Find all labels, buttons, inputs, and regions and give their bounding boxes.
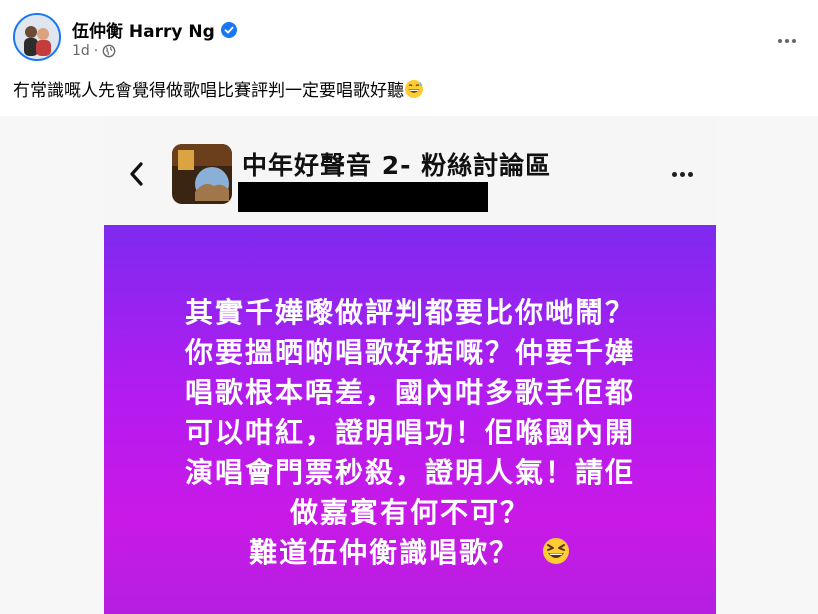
story-line: 唱歌根本唔差，國內咁多歌手佢都 bbox=[184, 376, 635, 409]
story-text: 其實千嬅嚟做評判都要比你哋鬧？ 你要搵晒啲唱歌好掂嘅？仲要千嬅 唱歌根本唔差，國… bbox=[104, 293, 716, 573]
post-caption: 冇常識嘅人先會覺得做歌唱比賽評判一定要唱歌好聽 bbox=[13, 76, 424, 101]
more-dot-icon bbox=[778, 39, 782, 43]
story-line: 你要搵晒啲唱歌好掂嘅？仲要千嬅 bbox=[184, 336, 635, 369]
verified-badge-icon bbox=[220, 21, 237, 38]
more-dot-icon bbox=[671, 171, 677, 177]
story-line-last: 難道伍仲衡識唱歌？ bbox=[104, 533, 716, 573]
back-arrow-icon bbox=[130, 162, 143, 186]
more-dot-icon bbox=[785, 39, 789, 43]
grinning-squinting-face-emoji bbox=[542, 538, 569, 564]
grinning-face-with-sweat-emoji bbox=[405, 80, 423, 98]
group-name: 中年好聲音 2- 粉絲討論區 bbox=[242, 151, 552, 180]
story-line: 演唱會門票秒殺，證明人氣！請佢 bbox=[184, 456, 635, 489]
caption-text: 冇常識嘅人先會覺得做歌唱比賽評判一定要唱歌好聽 bbox=[13, 81, 404, 101]
more-dot-icon bbox=[792, 39, 796, 43]
more-dot-icon bbox=[679, 171, 685, 177]
post-image[interactable]: 中年好聲音 2- 粉絲討論區 其實千嬅嚟做評判都要比你哋鬧？ 你要搵晒啲唱歌好掂… bbox=[0, 116, 818, 614]
author-avatar[interactable] bbox=[13, 13, 61, 61]
more-dot-icon bbox=[687, 171, 693, 177]
post-time[interactable]: 1d bbox=[72, 43, 90, 59]
story-line: 其實千嬅嚟做評判都要比你哋鬧？ bbox=[184, 296, 635, 329]
story-line: 難道伍仲衡識唱歌？ bbox=[249, 536, 520, 569]
post-header: 伍仲衡 Harry Ng 1d · bbox=[13, 13, 805, 67]
author-line: 伍仲衡 Harry Ng bbox=[72, 17, 237, 42]
globe-icon bbox=[102, 44, 116, 58]
story-line: 做嘉賓有何不可？ bbox=[289, 496, 530, 529]
story-line: 可以咁紅，證明唱功！佢喺國內開 bbox=[184, 416, 635, 449]
redacted-bar bbox=[238, 182, 488, 212]
story-card: 其實千嬅嚟做評判都要比你哋鬧？ 你要搵晒啲唱歌好掂嘅？仲要千嬅 唱歌根本唔差，國… bbox=[104, 225, 716, 614]
group-avatar bbox=[172, 144, 232, 204]
post-meta: 1d · bbox=[72, 43, 116, 59]
meta-separator: · bbox=[93, 43, 99, 59]
post-options-button[interactable] bbox=[769, 23, 805, 59]
author-name[interactable]: 伍仲衡 Harry Ng bbox=[72, 17, 215, 42]
group-more-icon bbox=[664, 162, 700, 186]
